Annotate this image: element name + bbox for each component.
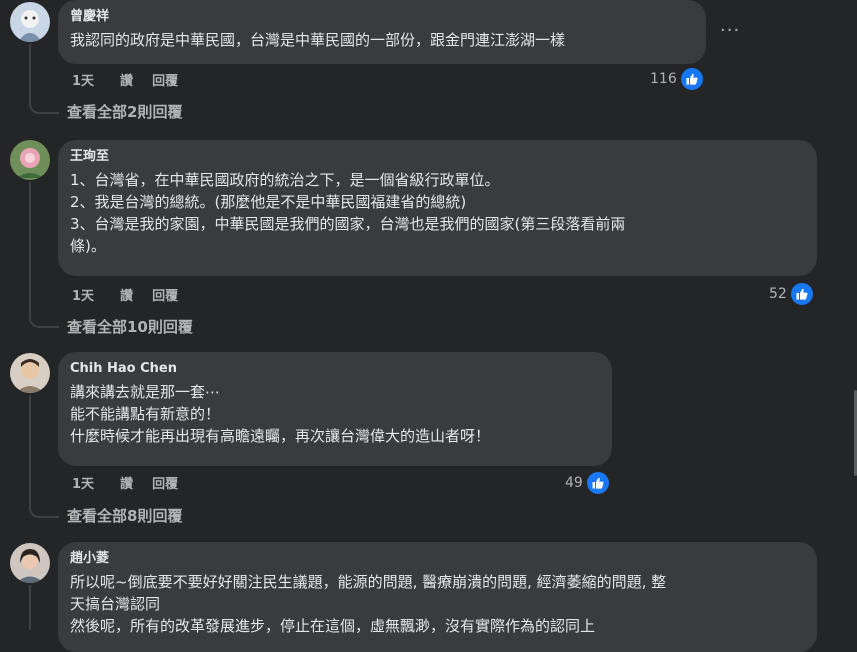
comment-text: 2、我是台灣的總統。(那麼他是不是中華民國福建省的總統): [70, 193, 467, 211]
reply-button[interactable]: 回覆: [152, 477, 178, 492]
reaction-count: 116: [650, 71, 677, 87]
comment-actions: 1天 讚 回覆: [72, 70, 197, 89]
thumbs-up-icon: [584, 470, 611, 496]
comment-bubble: 曾慶祥 我認同的政府是中華民國，台灣是中華民國的一部份，跟金門連江澎湖一樣: [58, 0, 706, 64]
comment-text: 1、台灣省，在中華民國政府的統治之下，是一個省級行政單位。: [70, 171, 500, 189]
avatar[interactable]: [10, 2, 50, 42]
comment-actions: 1天 讚 回覆: [72, 285, 197, 304]
comment-author[interactable]: 王珣至: [70, 148, 805, 166]
thumbs-up-icon: [788, 281, 815, 307]
avatar[interactable]: [10, 353, 50, 393]
reaction-summary[interactable]: 116: [650, 66, 705, 92]
thread-connector: [29, 182, 59, 328]
reaction-count: 52: [769, 286, 787, 302]
view-replies-link[interactable]: 查看全部10則回覆: [67, 316, 193, 337]
view-replies-link[interactable]: 查看全部8則回覆: [67, 505, 182, 526]
reaction-count: 49: [565, 475, 583, 491]
reaction-summary[interactable]: 49: [565, 470, 611, 496]
comment-text: 3、台灣是我的家園，中華民國是我們的國家，台灣也是我們的國家(第三段落看前兩: [70, 215, 626, 233]
comment-text: 講來講去就是那一套⋯: [70, 383, 221, 401]
comment-time[interactable]: 1天: [72, 289, 94, 304]
comment-time[interactable]: 1天: [72, 477, 94, 492]
reply-button[interactable]: 回覆: [152, 74, 178, 89]
like-button[interactable]: 讚: [120, 289, 133, 304]
more-options-button[interactable]: ···: [720, 20, 740, 41]
comment-text: 天搞台灣認同: [70, 595, 161, 613]
thread-connector: [29, 44, 59, 114]
avatar[interactable]: [10, 543, 50, 583]
comment-text: 我認同的政府是中華民國，台灣是中華民國的一部份，跟金門連江澎湖一樣: [70, 31, 566, 49]
like-button[interactable]: 讚: [120, 74, 133, 89]
reply-button[interactable]: 回覆: [152, 289, 178, 304]
reaction-summary[interactable]: 52: [769, 281, 815, 307]
thumbs-up-icon: [678, 66, 705, 92]
comment-bubble: Chih Hao Chen 講來講去就是那一套⋯ 能不能講點有新意的！ 什麼時候…: [58, 352, 612, 466]
comment-author[interactable]: Chih Hao Chen: [70, 360, 600, 378]
comment-bubble: 趙小菱 所以呢~倒底要不要好好關注民生議題，能源的問題, 醫療崩潰的問題, 經濟…: [58, 542, 817, 652]
comment-text: 條)。: [70, 237, 106, 255]
comment-time[interactable]: 1天: [72, 74, 94, 89]
comment-text: 什麼時候才能再出現有高瞻遠矚，再次讓台灣偉大的造山者呀！: [70, 427, 491, 445]
comment-bubble: 王珣至 1、台灣省，在中華民國政府的統治之下，是一個省級行政單位。 2、我是台灣…: [58, 140, 817, 276]
comment-text: 所以呢~倒底要不要好好關注民生議題，能源的問題, 醫療崩潰的問題, 經濟萎縮的問…: [70, 573, 667, 591]
comment-actions: 1天 讚 回覆: [72, 473, 197, 492]
view-replies-link[interactable]: 查看全部2則回覆: [67, 101, 182, 122]
avatar[interactable]: [10, 140, 50, 180]
like-button[interactable]: 讚: [120, 477, 133, 492]
comment-text: 然後呢，所有的改革發展進步，停止在這個，虛無飄渺，沒有實際作為的認同上: [70, 617, 596, 635]
comment-author[interactable]: 曾慶祥: [70, 8, 694, 26]
thread-connector: [29, 395, 59, 518]
thread-connector: [29, 585, 31, 630]
comment-text: 能不能講點有新意的！: [70, 405, 221, 423]
comment-author[interactable]: 趙小菱: [70, 550, 805, 568]
